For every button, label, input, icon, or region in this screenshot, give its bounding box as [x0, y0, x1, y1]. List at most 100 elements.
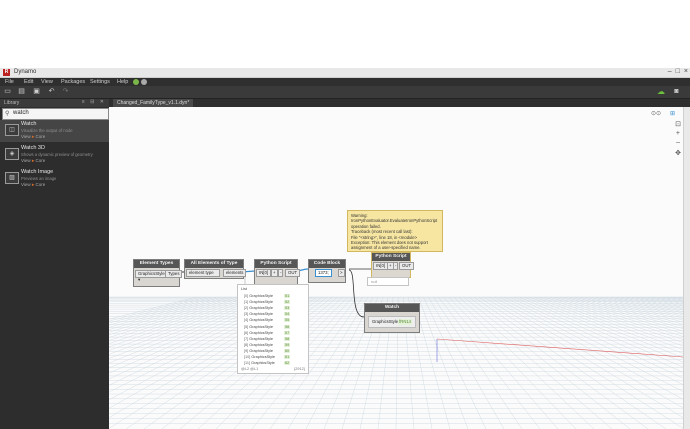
undo-icon[interactable]: ↶: [48, 88, 55, 95]
save-icon[interactable]: ▣: [33, 88, 40, 95]
node-title: All Elements of Type: [185, 260, 243, 268]
library-item-watch-image[interactable]: ▨ Watch Image Previews an image View ▸ C…: [0, 168, 109, 190]
list-item: [7] GraphicsStyle 58: [244, 336, 304, 342]
input-port-element-type[interactable]: element type: [186, 269, 220, 277]
node-title: Element Types: [134, 260, 179, 268]
list-tag: 59: [284, 342, 291, 347]
redo-icon[interactable]: ↷: [62, 88, 69, 95]
grid-line: [579, 296, 683, 327]
grid-line: [428, 296, 505, 429]
remove-input-button[interactable]: -: [278, 269, 284, 277]
node-all-elements-of-type[interactable]: All Elements of Type element type elemen…: [184, 259, 247, 279]
node-element-types[interactable]: Element Types GraphicsStyle ▾ Types: [133, 259, 183, 287]
x-axis-line: [436, 338, 683, 358]
list-text: GraphicsStyle: [249, 312, 273, 317]
new-file-icon[interactable]: ▭: [4, 88, 11, 95]
grid-line: [463, 296, 631, 429]
list-item: [1] GraphicsStyle 52: [244, 300, 304, 305]
grid-line: [109, 296, 258, 351]
list-item: [10] GraphicsStyle 61: [244, 355, 304, 360]
input-port-in0[interactable]: IN[0]: [256, 269, 272, 277]
grid-line: [529, 296, 683, 358]
maximize-icon[interactable]: □: [676, 68, 680, 75]
output-port-types[interactable]: Types: [165, 270, 183, 278]
menu-view[interactable]: View: [41, 79, 53, 85]
desktop-margin: [0, 0, 690, 68]
output-port-elements[interactable]: elements: [223, 269, 247, 277]
grid-line: [564, 296, 683, 334]
node-code-block[interactable]: Code Block 1373; >: [308, 259, 346, 283]
list-tag: 55: [284, 318, 291, 323]
zoom-out-icon[interactable]: –: [676, 139, 680, 146]
cloud-icon[interactable]: ☁: [657, 88, 665, 96]
list-index: [1]: [244, 300, 249, 305]
node-title: Python Script: [255, 260, 297, 268]
add-input-button[interactable]: +: [271, 269, 278, 277]
grid-line: [584, 296, 683, 325]
grid-line: [513, 296, 683, 373]
python-output-list-preview[interactable]: List [0] GraphicsStyle 51 [1] GraphicsStyl…: [237, 284, 309, 374]
menu-packages[interactable]: Packages: [61, 79, 85, 85]
notification-icon[interactable]: [141, 79, 147, 85]
library-item-watch[interactable]: ◫ Watch Visualize the output of node Vie…: [0, 120, 109, 142]
list-tag: 56: [284, 324, 291, 329]
menu-edit[interactable]: Edit: [24, 79, 33, 85]
list-index: [2]: [244, 306, 249, 311]
list-index: [11]: [244, 361, 251, 366]
view-toggle-geometry-icon[interactable]: ⊙⊙: [651, 110, 661, 117]
library-item-name: Watch: [21, 121, 37, 127]
zoom-fit-icon[interactable]: ⊡: [675, 120, 681, 128]
window-title-bar: R Dynamo – □ ×: [0, 68, 690, 78]
menu-settings[interactable]: Settings: [90, 79, 110, 85]
camera-icon[interactable]: ◙: [673, 88, 680, 95]
workspace-tab-bar: Changed_FamilyType_v1.1.dyn*: [109, 99, 690, 107]
list-tag: 57: [284, 330, 291, 335]
remove-input-button[interactable]: -: [393, 262, 399, 270]
library-item-category: View ▸ Core: [21, 158, 46, 163]
warning-tooltip: Warning: IronPythonEvaluator.EvaluateIro…: [347, 210, 443, 252]
input-port-in0[interactable]: IN[0]: [373, 262, 389, 270]
node-title: Code Block: [309, 260, 345, 268]
node-python-script-2[interactable]: Python Script IN[0] + - OUT: [371, 252, 415, 278]
list-item: [4] GraphicsStyle 55: [244, 318, 304, 323]
status-ok-icon[interactable]: [133, 79, 139, 85]
search-value: watch: [13, 110, 29, 116]
view-toggle-graph-icon[interactable]: ⊞: [670, 110, 675, 117]
library-search-input[interactable]: ⚲ watch: [2, 108, 109, 120]
element-types-dropdown[interactable]: GraphicsStyle ▾: [135, 270, 167, 282]
list-tag: 51: [284, 294, 291, 298]
open-file-icon[interactable]: ▤: [18, 88, 25, 95]
grid-line: [423, 296, 487, 429]
library-controls-icon[interactable]: ≡ ⊟ ✕: [82, 99, 106, 105]
graph-canvas[interactable]: Element Types GraphicsStyle ▾ Types All …: [109, 107, 683, 429]
list-item: [9] GraphicsStyle 60: [244, 348, 304, 354]
library-item-desc: Previews an image: [21, 176, 57, 181]
list-text: GraphicsStyle: [251, 361, 275, 366]
library-item-desc: Shows a dynamic preview of geometry: [21, 152, 93, 157]
list-item: [6] GraphicsStyle 57: [244, 330, 304, 336]
vertical-scrollbar[interactable]: [683, 107, 690, 429]
code-block-input[interactable]: 1373;: [315, 269, 332, 277]
menu-help[interactable]: Help: [117, 79, 128, 85]
output-port-out[interactable]: OUT: [399, 262, 415, 270]
grid-line: [433, 296, 523, 429]
list-index: [4]: [244, 318, 249, 323]
workspace-tab[interactable]: Changed_FamilyType_v1.1.dyn*: [113, 99, 194, 107]
output-port-out[interactable]: OUT: [285, 269, 301, 277]
close-icon[interactable]: ×: [684, 68, 688, 75]
grid-line: [438, 296, 541, 429]
pan-icon[interactable]: ✥: [675, 149, 681, 157]
node-python-script-1[interactable]: Python Script IN[0] + - OUT: [254, 259, 301, 285]
zoom-in-icon[interactable]: +: [676, 130, 680, 137]
window-title: Dynamo: [14, 69, 37, 75]
output-port[interactable]: >: [338, 269, 345, 277]
minimize-icon[interactable]: –: [668, 68, 672, 75]
watch-value-tag: fRN14: [398, 319, 412, 325]
grid-line: [604, 296, 683, 317]
library-item-watch-3d[interactable]: ◈ Watch 3D Shows a dynamic preview of ge…: [0, 144, 109, 166]
toolbar: ▭ ▤ ▣ ↶ ↷ ☁ ◙: [0, 86, 690, 99]
list-header: List: [241, 287, 247, 291]
node-watch[interactable]: Watch GraphicsStyle fRN14: [364, 303, 420, 333]
menu-file[interactable]: File: [5, 79, 14, 85]
library-item-name: Watch 3D: [21, 145, 45, 151]
